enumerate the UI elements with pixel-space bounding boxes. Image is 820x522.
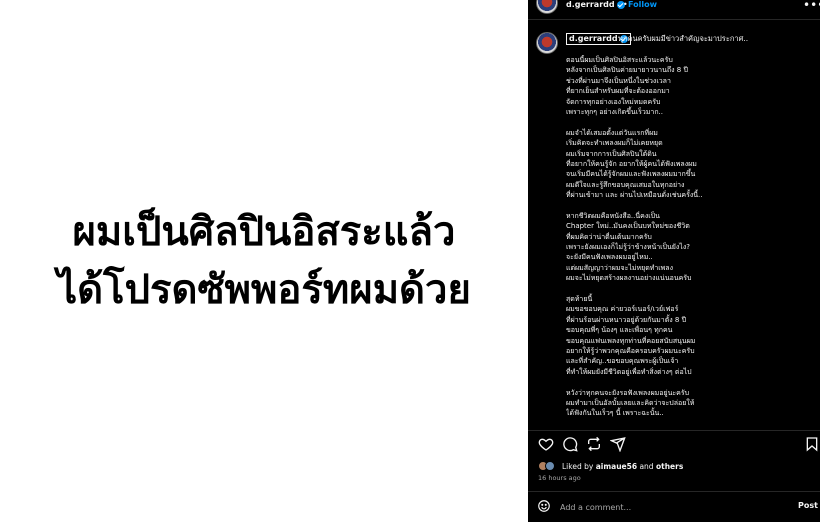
likes-prefix: Liked by <box>562 461 594 471</box>
caption-line: อยากให้รู้ว่าพวกคุณคือครอบครัวผมนะครับ <box>566 346 695 355</box>
caption-line: สุดท้ายนี้ <box>566 294 593 303</box>
caption-line: จนเริ่มมีคนได้รู้จักผมและฟังเพลงผมมากขึ้… <box>566 170 696 179</box>
comment-icon[interactable] <box>562 436 578 452</box>
caption-line: ขอบคุณพี่ๆ น้องๆ และเพื่อนๆ ทุกคน <box>566 326 673 335</box>
post-actions <box>536 436 818 452</box>
headline-banner: ผมเป็นศิลปินอิสระแล้ว ได้โปรดซัพพอร์ทผมด… <box>0 0 528 522</box>
divider <box>528 19 820 20</box>
header-separator: • <box>623 0 628 9</box>
caption-body: ตอนนี้ผมเป็นศิลปินอิสระแล้วนะครับหลังจาก… <box>566 55 816 430</box>
liker-avatar[interactable] <box>545 461 555 471</box>
divider <box>528 430 820 431</box>
divider <box>528 491 820 492</box>
post-username-text[interactable]: d.gerrardd <box>566 0 615 9</box>
post-username[interactable]: d.gerrardd <box>566 0 626 9</box>
caption-line: ผมทำมาเป็นอัลบั้มเลยและคิดว่าจะปล่อยให้ <box>566 398 695 407</box>
more-horizontal-icon[interactable]: ••• <box>803 0 820 12</box>
caption-line: ที่ยากเย็นสำหรับผมที่จะต้องออกมา <box>566 87 670 96</box>
likes-summary: Liked by aimaue56 and others <box>538 461 683 471</box>
caption-line: ที่ผ่านร้อนผ่านหนาวอยู่ด้วยกันมาตั้ง 8 ป… <box>566 315 687 324</box>
likes-others[interactable]: others <box>656 462 683 471</box>
headline-line-1: ผมเป็นศิลปินอิสระแล้ว <box>72 209 456 255</box>
caption-line: ขอบคุณแฟนเพลงทุกท่านที่คอยสนับสนุนผม <box>566 336 696 345</box>
caption-line: ตอนนี้ผมเป็นศิลปินอิสระแล้วนะครับ <box>566 56 673 64</box>
caption-line: ที่ผ่านเข้ามา และ ผ่านไปเหมือนดั่งเช่นคร… <box>566 191 703 200</box>
caption-avatar[interactable] <box>536 32 558 54</box>
caption-line: ผมเริ่มจากการเป็นศิลปินใต้ดิน <box>566 149 657 158</box>
caption-line: ผมขอขอบคุณ ค่ายวอร์เนอร์/เวย์เฟอร์ <box>566 305 679 314</box>
caption-line: ผมดีใจและรู้สึกขอบคุณเสมอในทุกอย่าง <box>566 180 685 189</box>
repost-icon[interactable] <box>586 436 602 452</box>
caption-username-text[interactable]: d.gerrardd <box>569 34 618 43</box>
bookmark-icon[interactable] <box>804 436 820 452</box>
caption-line: ช่วงที่ผ่านมาจึงเป็นหนึ่งในช่วงเวลา <box>566 76 671 85</box>
caption-line: Chapter ใหม่..มันคงเป็นบทใหม่ของชีวิต <box>566 222 690 231</box>
send-icon[interactable] <box>610 436 626 452</box>
caption-line: และที่สำคัญ..ขอขอบคุณพระผู้เป็นเจ้า <box>566 357 679 366</box>
follow-button[interactable]: Follow <box>628 0 657 9</box>
post-header: d.gerrardd • Follow ••• <box>528 0 820 20</box>
caption-line: เพราะทุกๆ อย่างเกิดขึ้นเร็วมาก.. <box>566 107 664 116</box>
likes-user[interactable]: aimaue56 <box>596 462 637 471</box>
instagram-post-panel: d.gerrardd • Follow ••• d.gerrardd ทุกคน… <box>528 0 820 522</box>
caption-line: ผมจะไม่หยุดสร้างผลงานอย่างแน่นอนครับ <box>566 274 692 283</box>
caption-line: เริ่มคิดจะทำเพลงผมก็ไม่เคยหยุด <box>566 139 663 148</box>
caption-line: ที่ทำให้ผมยังมีชีวิตอยู่เพื่อทำสิ่งต่างๆ… <box>566 367 692 376</box>
caption-line: ผมจำได้เสมอตั้งแต่วันแรกที่ผม <box>566 128 658 137</box>
liker-avatars[interactable] <box>538 461 558 471</box>
caption-line: จะยังมีคนฟังเพลงผมอยู่ไหม.. <box>566 253 653 262</box>
caption-line: หวังว่าทุกคนจะยังรอฟังเพลงผมอยู่นะครับ <box>566 388 690 397</box>
emoji-icon[interactable] <box>537 499 551 513</box>
headline-line-2: ได้โปรดซัพพอร์ทผมด้วย <box>57 267 471 313</box>
caption-line: แต่ผมสัญญาว่าผมจะไม่หยุดทำเพลง <box>566 263 673 272</box>
caption-line: ได้ฟังกันในเร็วๆ นี้ เพราะฉะนั้น.. <box>566 409 664 418</box>
heart-icon[interactable] <box>538 436 554 452</box>
post-time[interactable]: 16 hours ago <box>538 474 581 482</box>
comment-input[interactable] <box>560 501 780 513</box>
caption-line: ที่ผมคิดว่าน่าตื่นเต้นมากครับ <box>566 232 652 241</box>
likes-and: and <box>639 461 654 471</box>
caption-line: ที่อยากให้คนรู้จัก อยากให้ผู้คนได้ฟังเพล… <box>566 159 697 168</box>
avatar[interactable] <box>536 0 558 14</box>
caption-line: เพราะยังผมเองก็ไม่รู้ว่าข้างหน้าเป็นยังไ… <box>566 243 690 252</box>
caption-line: หากชีวิตผมคือหนังสือ..นี่คงเป็น <box>566 211 660 220</box>
post-comment-button[interactable]: Post <box>798 501 818 510</box>
caption-first-line: ทุกคนครับผมมีข่าวสำคัญจะมาประกาศ.. <box>618 34 749 43</box>
caption-line: จัดการทุกอย่างเองใหม่หมดครับ <box>566 97 661 106</box>
caption-line: หลังจากเป็นศิลปินค่ายมายาวนานถึง 8 ปี <box>566 66 688 75</box>
